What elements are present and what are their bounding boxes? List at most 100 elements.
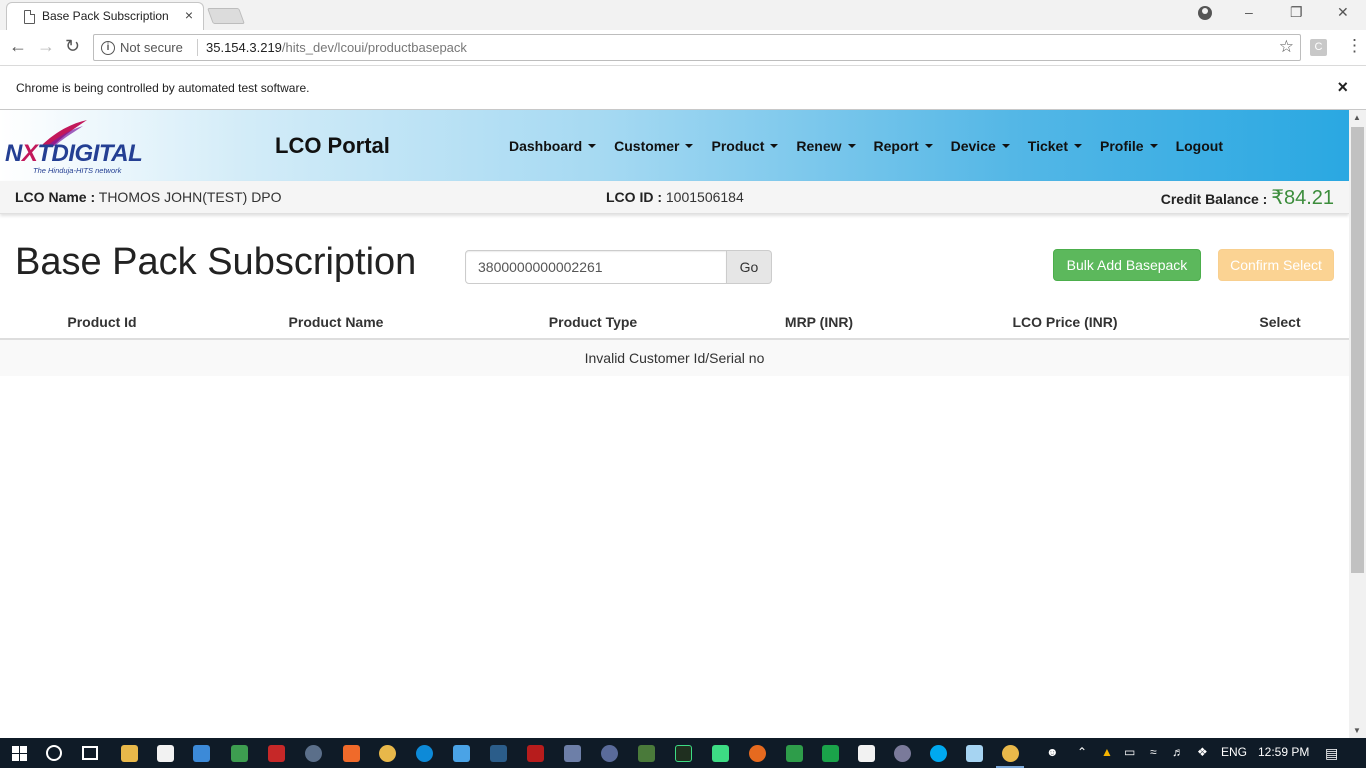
volume-icon[interactable]: ♬ (1172, 745, 1184, 759)
confirm-select-button[interactable]: Confirm Select (1218, 249, 1334, 281)
remote-desktop-icon[interactable] (453, 745, 470, 762)
credit-balance: Credit Balance : ₹84.21 (1160, 187, 1334, 209)
windows-taskbar: ☻ ⌃ ▲ ▭ ≈ ♬ ❖ ENG 12:59 PM ▤ (0, 738, 1366, 768)
column-product-id: Product Id (67, 314, 137, 330)
battery-icon[interactable]: ▭ (1124, 745, 1135, 759)
tab-title: Base Pack Subscription (42, 9, 169, 23)
mcafee-icon[interactable] (268, 745, 285, 762)
page-viewport: NXTDIGITAL The Hinduja-HITS network LCO … (0, 110, 1349, 738)
vpn-app-icon[interactable] (305, 745, 322, 762)
notepad-icon[interactable] (966, 745, 983, 762)
table-header: Product Id Product Name Product Type MRP… (0, 306, 1349, 340)
settings-gear-icon[interactable] (894, 745, 911, 762)
scroll-down-icon[interactable]: ▼ (1353, 726, 1361, 735)
security-app-icon[interactable] (527, 745, 544, 762)
tray-chevron-icon[interactable]: ⌃ (1077, 745, 1087, 759)
flag-app-icon[interactable] (601, 745, 618, 762)
caret-down-icon (685, 144, 694, 149)
scrollbar-thumb[interactable] (1351, 127, 1364, 573)
go-button[interactable]: Go (727, 250, 772, 284)
column-product-type: Product Type (548, 314, 638, 330)
dropbox-icon[interactable]: ❖ (1197, 745, 1208, 759)
skype-icon[interactable] (930, 745, 947, 762)
tab-close-icon[interactable]: × (185, 7, 193, 23)
nav-logout[interactable]: Logout (1167, 110, 1232, 181)
nav-ticket[interactable]: Ticket (1019, 110, 1091, 181)
teamviewer-icon[interactable] (416, 745, 433, 762)
portal-title: LCO Portal (275, 133, 390, 158)
sql-tool-icon[interactable] (490, 745, 507, 762)
language-indicator[interactable]: ENG (1221, 745, 1247, 759)
profile-icon[interactable] (1198, 6, 1212, 20)
column-select: Select (1259, 314, 1301, 330)
caret-down-icon (588, 144, 597, 149)
people-icon[interactable]: ☻ (1046, 745, 1059, 759)
nav-device[interactable]: Device (942, 110, 1019, 181)
chrome-menu-icon[interactable]: ⋮ (1346, 36, 1363, 56)
android-studio-icon[interactable] (712, 745, 729, 762)
nav-report[interactable]: Report (865, 110, 942, 181)
pycharm-icon[interactable] (675, 745, 692, 762)
sticky-notes-icon[interactable] (858, 745, 875, 762)
extension-icon[interactable]: C (1310, 39, 1327, 56)
nav-profile[interactable]: Profile (1091, 110, 1167, 181)
browser-tab[interactable]: Base Pack Subscription × (6, 2, 204, 30)
lco-name: LCO Name : THOMOS JOHN(TEST) DPO (15, 189, 282, 205)
forward-icon[interactable]: → (37, 36, 55, 57)
page-scrollbar[interactable]: ▲ ▼ (1349, 110, 1366, 738)
basepack-table: Product Id Product Name Product Type MRP… (0, 306, 1349, 376)
column-lco-price: LCO Price (INR) (1012, 314, 1118, 330)
url-host: 35.154.3.219 (206, 40, 282, 55)
caret-down-icon (1074, 144, 1082, 149)
logo-text: NXTDIGITAL (5, 140, 143, 167)
window-close-icon[interactable]: ✕ (1337, 4, 1349, 21)
action-center-icon[interactable]: ▤ (1325, 745, 1338, 762)
scroll-up-icon[interactable]: ▲ (1353, 113, 1361, 122)
network-tool-icon[interactable] (564, 745, 581, 762)
task-view-icon[interactable] (82, 746, 98, 760)
reload-icon[interactable]: ↻ (65, 36, 80, 57)
lco-info-strip: LCO Name : THOMOS JOHN(TEST) DPO LCO ID … (0, 181, 1349, 214)
bookmark-star-icon[interactable]: ☆ (1279, 37, 1294, 57)
credit-balance-value: ₹84.21 (1271, 187, 1334, 209)
bulk-add-basepack-button[interactable]: Bulk Add Basepack (1053, 249, 1201, 281)
windows-start-icon[interactable] (12, 746, 27, 761)
nav-renew[interactable]: Renew (787, 110, 864, 181)
document-icon (24, 10, 35, 24)
restore-icon[interactable]: ❐ (1290, 4, 1303, 21)
cortana-search-icon[interactable] (46, 745, 62, 761)
address-bar[interactable]: i Not secure 35.154.3.219/hits_dev/lcoui… (93, 34, 1301, 61)
nav-dashboard[interactable]: Dashboard (500, 110, 605, 181)
url-text[interactable]: 35.154.3.219/hits_dev/lcoui/productbasep… (206, 40, 467, 55)
network-app-icon[interactable] (231, 745, 248, 762)
caret-down-icon (1149, 144, 1158, 149)
wifi-icon[interactable]: ≈ (1150, 745, 1157, 759)
sync-app-icon[interactable] (786, 745, 803, 762)
window-app-icon[interactable] (193, 745, 210, 762)
firefox-icon[interactable] (749, 745, 766, 762)
store-icon[interactable] (157, 745, 174, 762)
omnibox-divider (197, 39, 198, 56)
sheets-app-icon[interactable] (822, 745, 839, 762)
media-app-icon[interactable] (343, 745, 360, 762)
not-secure-label: Not secure (120, 40, 183, 55)
shield-icon[interactable]: ▲ (1101, 745, 1113, 759)
customer-search-group: Go (465, 250, 772, 284)
nav-customer[interactable]: Customer (605, 110, 702, 181)
minimize-icon[interactable]: – (1245, 4, 1253, 20)
nxt-digital-logo[interactable]: NXTDIGITAL The Hinduja-HITS network (5, 118, 165, 175)
customer-id-input[interactable] (465, 250, 727, 284)
infobar-close-icon[interactable]: × (1337, 77, 1348, 98)
new-tab-button[interactable] (207, 8, 245, 24)
file-explorer-icon[interactable] (121, 745, 138, 762)
nav-product[interactable]: Product (702, 110, 787, 181)
back-icon[interactable]: ← (9, 36, 27, 57)
browser-toolbar: ← → ↻ i Not secure 35.154.3.219/hits_dev… (0, 30, 1366, 66)
info-icon[interactable]: i (101, 41, 115, 55)
tool-app-icon[interactable] (638, 745, 655, 762)
chrome-icon[interactable] (379, 745, 396, 762)
chrome-active-icon[interactable] (1002, 745, 1019, 762)
caret-down-icon (1001, 144, 1010, 149)
clock[interactable]: 12:59 PM (1258, 745, 1309, 759)
column-mrp: MRP (INR) (784, 314, 854, 330)
